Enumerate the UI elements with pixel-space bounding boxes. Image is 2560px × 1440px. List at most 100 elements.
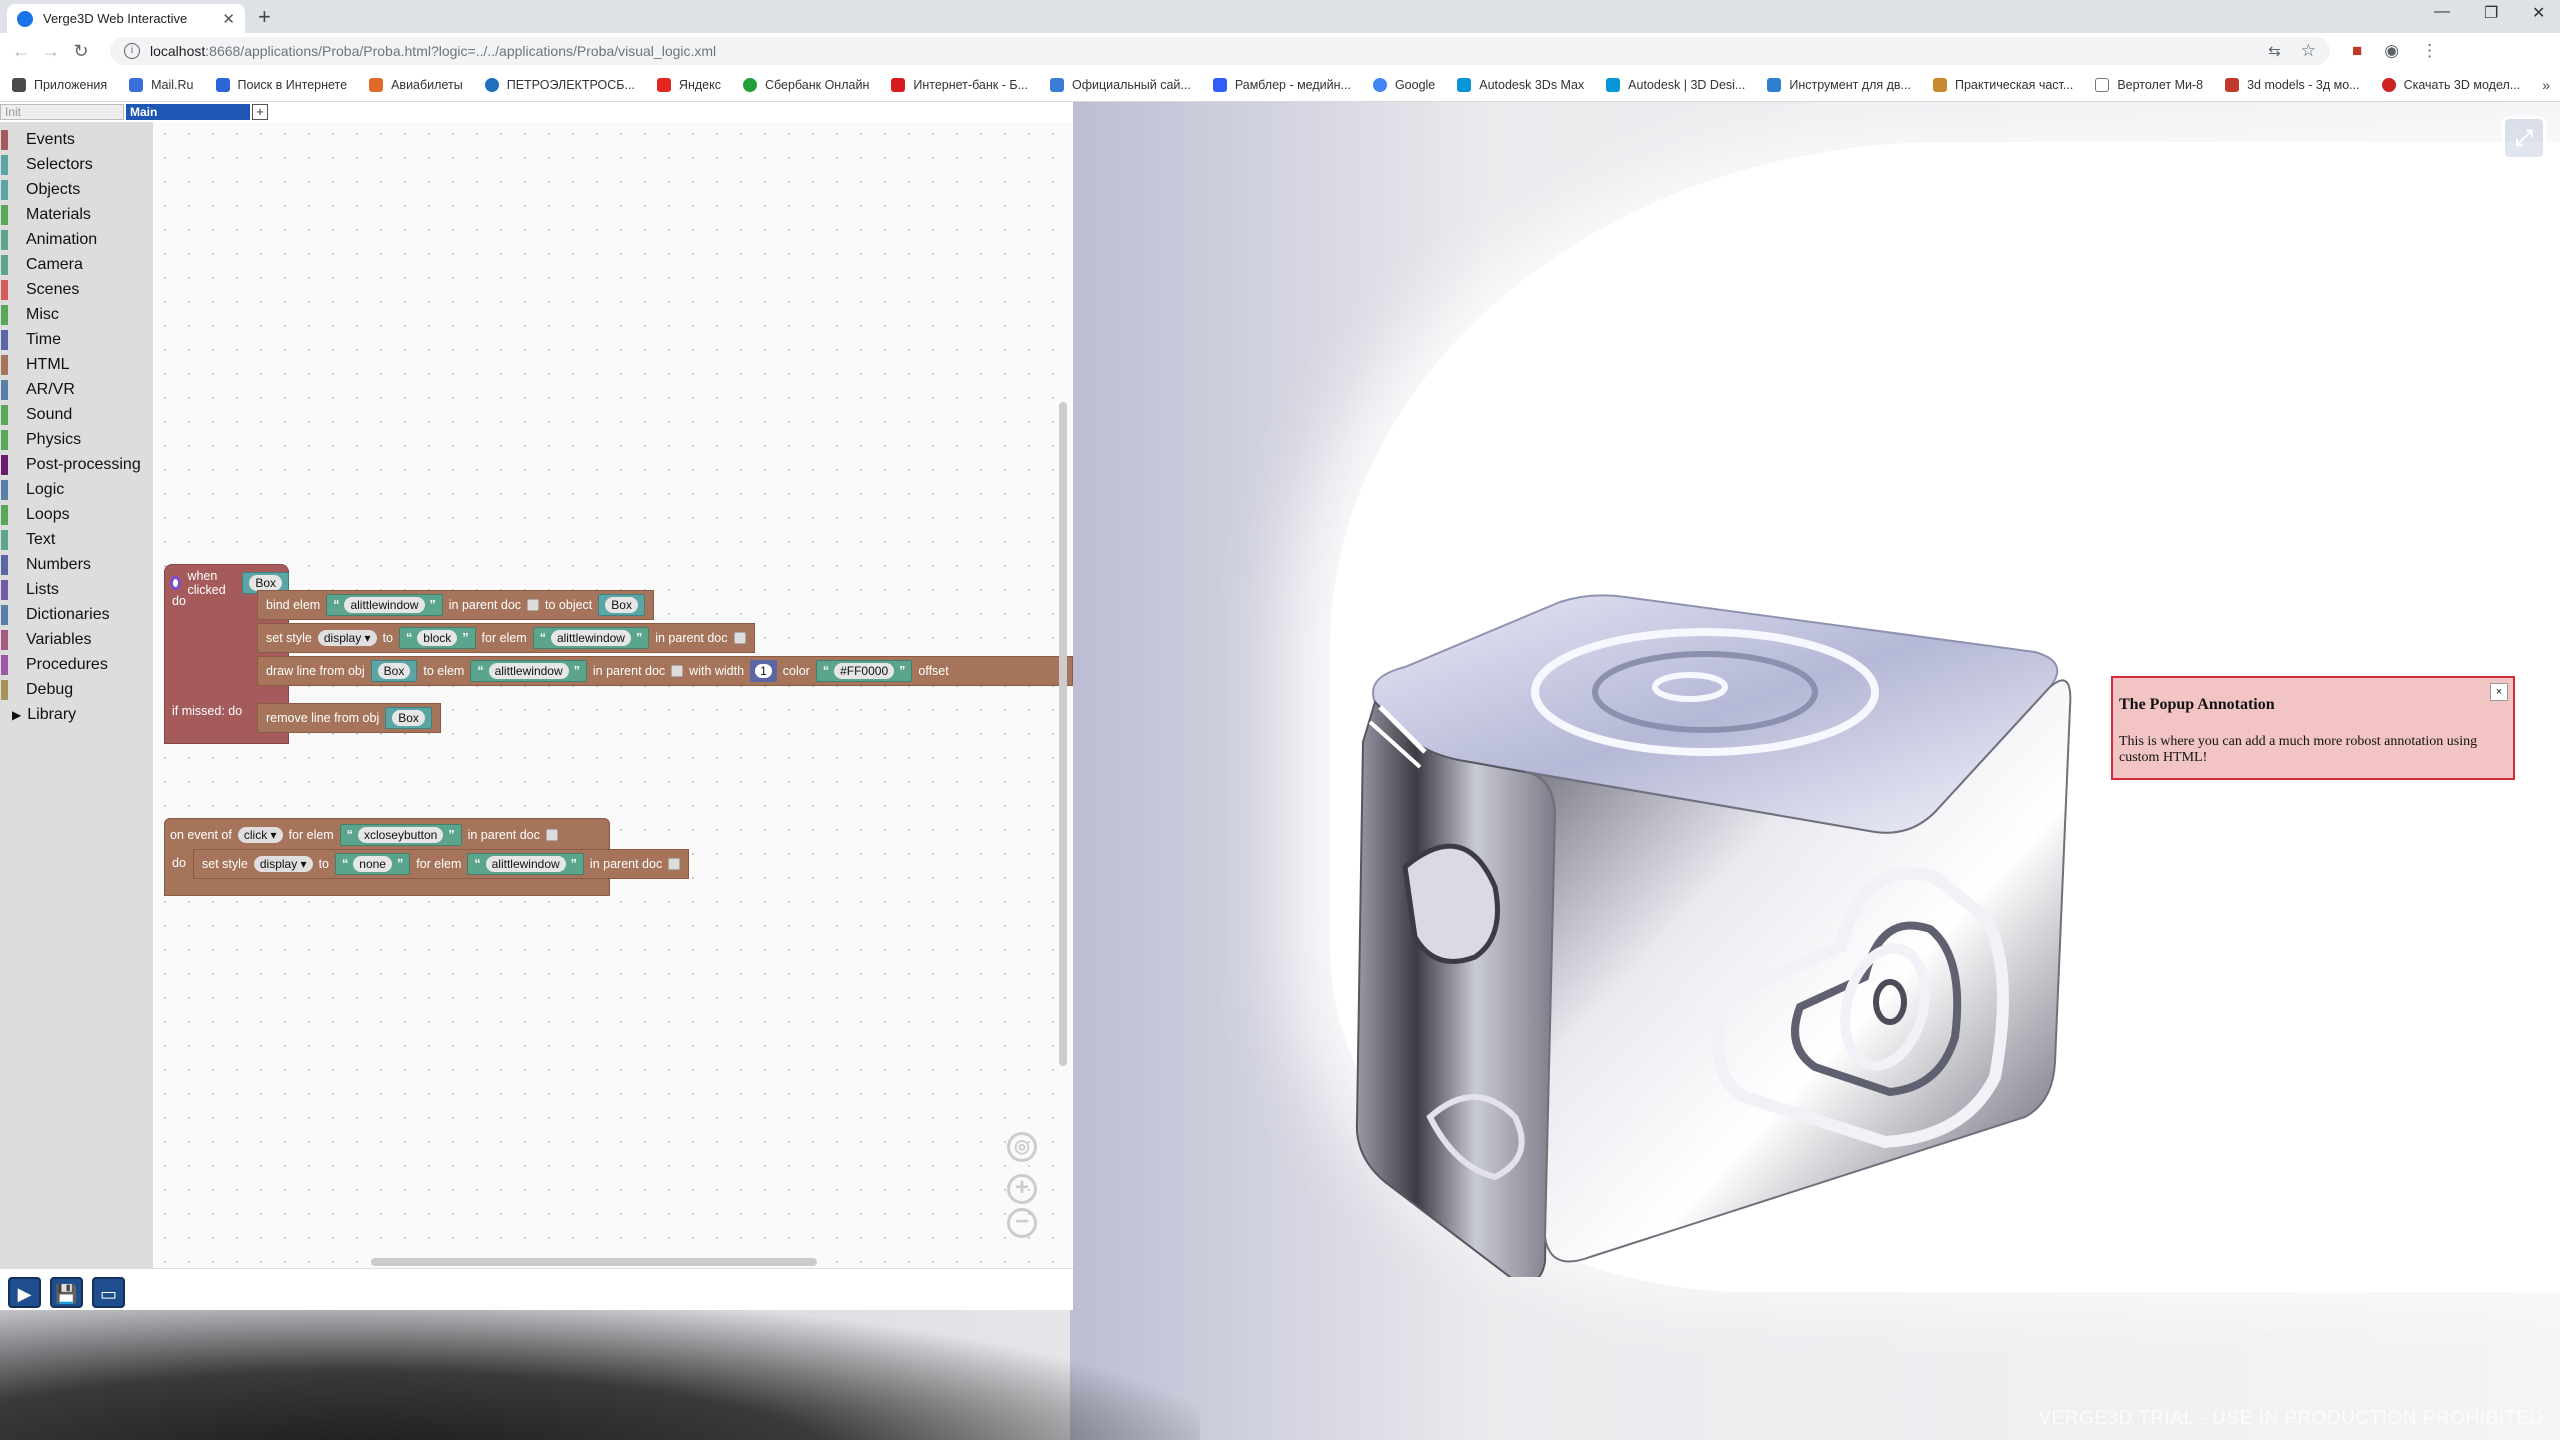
fullscreen-button[interactable]: ⤢ [2502, 116, 2546, 160]
draw-line-block[interactable]: draw line from obj Box to elem “alittlew… [257, 656, 1073, 686]
workspace-vertical-scrollbar[interactable] [1059, 402, 1067, 1066]
category-library[interactable]: ▶ Library [0, 702, 153, 727]
category-scenes[interactable]: Scenes [0, 277, 153, 302]
style-property-dropdown[interactable]: display ▾ [317, 630, 377, 646]
zoom-out-icon[interactable]: − [1007, 1208, 1037, 1238]
category-logic[interactable]: Logic [0, 477, 153, 502]
elem-name-field[interactable]: “alittlewindow” [467, 853, 584, 875]
parent-doc-checkbox[interactable] [527, 599, 540, 611]
bookmark-item[interactable]: Google [1372, 78, 1435, 92]
restore-icon[interactable]: ❐ [2484, 3, 2498, 23]
reload-icon[interactable]: ↻ [66, 41, 96, 62]
event-type-dropdown[interactable]: click ▾ [237, 827, 283, 843]
bookmark-item[interactable]: Вертолет Ми-8 [2095, 78, 2203, 92]
run-button[interactable]: ▶ [8, 1277, 41, 1308]
category-physics[interactable]: Physics [0, 427, 153, 452]
parent-doc-checkbox[interactable] [671, 665, 684, 677]
save-button[interactable]: 💾 [50, 1277, 83, 1308]
popup-close-button[interactable]: × [2490, 683, 2508, 701]
category-selectors[interactable]: Selectors [0, 152, 153, 177]
category-loops[interactable]: Loops [0, 502, 153, 527]
bookmark-item[interactable]: Mail.Ru [129, 78, 194, 92]
bind-elem-block[interactable]: bind elem “alittlewindow” in parent doc … [257, 590, 654, 620]
event-toggle-icon[interactable] [170, 576, 182, 590]
category-time[interactable]: Time [0, 327, 153, 352]
back-icon[interactable]: ← [6, 41, 36, 62]
category-objects[interactable]: Objects [0, 177, 153, 202]
remove-line-block[interactable]: remove line from obj Box [257, 703, 441, 733]
object-selector[interactable]: Box [598, 594, 645, 616]
parent-doc-checkbox[interactable] [733, 632, 746, 644]
bookmarks-more-icon[interactable]: » [2542, 77, 2550, 93]
forward-icon[interactable]: → [36, 41, 66, 62]
url-field[interactable]: i localhost:8668/applications/Proba/Prob… [110, 37, 2330, 65]
bookmark-item[interactable]: Скачать 3D модел... [2381, 78, 2520, 92]
info-icon[interactable]: i [124, 43, 140, 59]
tab-close-icon[interactable]: ✕ [222, 10, 235, 28]
category-materials[interactable]: Materials [0, 202, 153, 227]
parent-doc-checkbox[interactable] [545, 829, 558, 841]
category-camera[interactable]: Camera [0, 252, 153, 277]
chrome-cube-model[interactable] [1345, 557, 2075, 1277]
category-arvr[interactable]: AR/VR [0, 377, 153, 402]
translate-icon[interactable]: ⇆ [2268, 42, 2281, 60]
category-lists[interactable]: Lists [0, 577, 153, 602]
elem-name-field[interactable]: “alittlewindow” [532, 627, 650, 649]
category-variables[interactable]: Variables [0, 627, 153, 652]
line-width-field[interactable]: 1 [750, 660, 777, 682]
menu-kebab-icon[interactable]: ⋮ [2421, 41, 2438, 61]
set-style-block[interactable]: set style display ▾ to “block” for elem … [257, 623, 755, 653]
tab-main[interactable]: Main [126, 104, 250, 120]
bookmark-item[interactable]: ПЕТРОЭЛЕКТРОСБ... [484, 78, 635, 92]
category-debug[interactable]: Debug [0, 677, 153, 702]
minimize-icon[interactable]: — [2434, 3, 2450, 21]
category-html[interactable]: HTML [0, 352, 153, 377]
browser-tab[interactable]: Verge3D Web Interactive ✕ [7, 4, 245, 33]
zoom-in-icon[interactable]: + [1007, 1174, 1037, 1204]
object-selector[interactable]: Box [385, 707, 432, 729]
bookmark-item[interactable]: Инструмент для дв... [1767, 78, 1911, 92]
category-numbers[interactable]: Numbers [0, 552, 153, 577]
object-selector[interactable]: Box [370, 660, 418, 682]
category-events[interactable]: Events [0, 127, 153, 152]
bookmark-item[interactable]: Яндекс [656, 78, 721, 92]
category-dictionaries[interactable]: Dictionaries [0, 602, 153, 627]
category-misc[interactable]: Misc [0, 302, 153, 327]
bookmark-item[interactable]: 3d models - 3д мо... [2225, 78, 2360, 92]
bookmark-item[interactable]: Autodesk | 3D Desi... [1606, 78, 1745, 92]
bookmark-item[interactable]: Авиабилеты [369, 78, 463, 92]
category-procedures[interactable]: Procedures [0, 652, 153, 677]
bookmark-item[interactable]: Поиск в Интернете [215, 78, 347, 92]
category-text[interactable]: Text [0, 527, 153, 552]
bookmark-item[interactable]: Интернет-банк - Б... [891, 78, 1028, 92]
profile-icon[interactable]: ◉ [2384, 41, 2399, 61]
add-tab-button[interactable]: + [252, 104, 268, 120]
zoom-reset-icon[interactable]: ◎ [1007, 1132, 1037, 1162]
style-value-field[interactable]: “none” [335, 853, 411, 875]
pdf-extension-icon[interactable]: ■ [2352, 41, 2362, 61]
new-tab-button[interactable]: + [258, 4, 271, 30]
bookmark-item[interactable]: Приложения [12, 78, 107, 92]
bookmark-item[interactable]: Практическая част... [1932, 78, 2073, 92]
bookmark-item[interactable]: Рамблер - медийн... [1212, 78, 1351, 92]
style-property-dropdown[interactable]: display ▾ [253, 856, 313, 872]
set-style-block[interactable]: set style display ▾ to “none” for elem “… [193, 849, 690, 879]
bookmark-item[interactable]: Сбербанк Онлайн [742, 78, 869, 92]
workspace-horizontal-scrollbar[interactable] [371, 1258, 817, 1266]
elem-name-field[interactable]: “alittlewindow” [470, 660, 587, 682]
style-value-field[interactable]: “block” [399, 627, 476, 649]
parent-doc-checkbox[interactable] [668, 858, 681, 870]
menu-button[interactable]: ▭ [92, 1277, 125, 1308]
elem-name-field[interactable]: “alittlewindow” [326, 594, 443, 616]
category-sound[interactable]: Sound [0, 402, 153, 427]
puzzle-workspace[interactable]: when clicked Box do if missed: do bind e… [153, 122, 1073, 1268]
category-animation[interactable]: Animation [0, 227, 153, 252]
elem-name-field[interactable]: “xcloseybutton” [339, 824, 462, 846]
color-value-field[interactable]: “#FF0000” [815, 660, 913, 682]
category-post-processing[interactable]: Post-processing [0, 452, 153, 477]
tab-init[interactable]: Init [0, 104, 124, 120]
bookmark-star-icon[interactable]: ☆ [2301, 41, 2316, 61]
bookmark-item[interactable]: Официальный сай... [1050, 78, 1191, 92]
bookmark-item[interactable]: Autodesk 3Ds Max [1457, 78, 1584, 92]
window-close-icon[interactable]: ✕ [2532, 3, 2545, 23]
